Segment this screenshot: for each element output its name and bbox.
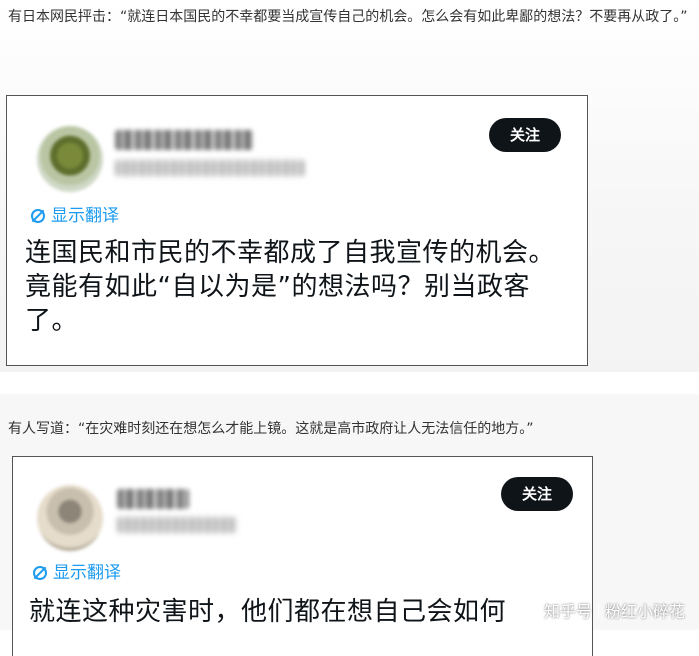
blurred-username [115,130,253,150]
blurred-handle [117,517,237,533]
translate-icon [31,209,45,223]
tweet-card: 关注 显示翻译 连国民和市民的不幸都成了自我宣传的机会。竟能有如此“自以为是”的… [6,95,588,366]
quote-text: 有人写道：“在灾难时刻还在想怎么才能上镜。这就是高市政府让人无法信任的地方。” [8,421,534,437]
post-section-2: 有人写道：“在灾难时刻还在想怎么才能上镜。这就是高市政府让人无法信任的地方。” … [0,394,699,656]
blurred-username [117,489,189,509]
post-section-1: 有日本网民抨击：“就连日本国民的不幸都要当成宣传自己的机会。怎么会有如此卑鄙的想… [0,0,699,372]
follow-button[interactable]: 关注 [501,477,573,511]
tweet-text: 就连这种灾害时，他们都在想自己会如何 [29,597,507,627]
watermark-platform: 知乎号 [543,602,592,621]
tweet-text: 连国民和市民的不幸都成了自我宣传的机会。竟能有如此“自以为是”的想法吗？别当政客… [25,238,556,336]
avatar[interactable] [37,126,103,192]
show-translation-label: 显示翻译 [51,206,119,226]
blurred-handle [115,160,305,176]
watermark-author: 粉红小碎花 [604,602,685,621]
tweet-card: 关注 显示翻译 就连这种灾害时，他们都在想自己会如何 [12,456,593,656]
watermark: 知乎号 粉红小碎花 [544,598,685,622]
show-translation-link[interactable]: 显示翻译 [33,561,121,585]
show-translation-link[interactable]: 显示翻译 [31,204,119,228]
watermark-divider [597,602,599,618]
quote-text: 有日本网民抨击：“就连日本国民的不幸都要当成宣传自己的机会。怎么会有如此卑鄙的想… [8,9,688,25]
show-translation-label: 显示翻译 [53,563,121,583]
avatar[interactable] [37,485,103,551]
follow-button[interactable]: 关注 [489,118,561,152]
translate-icon [33,566,47,580]
